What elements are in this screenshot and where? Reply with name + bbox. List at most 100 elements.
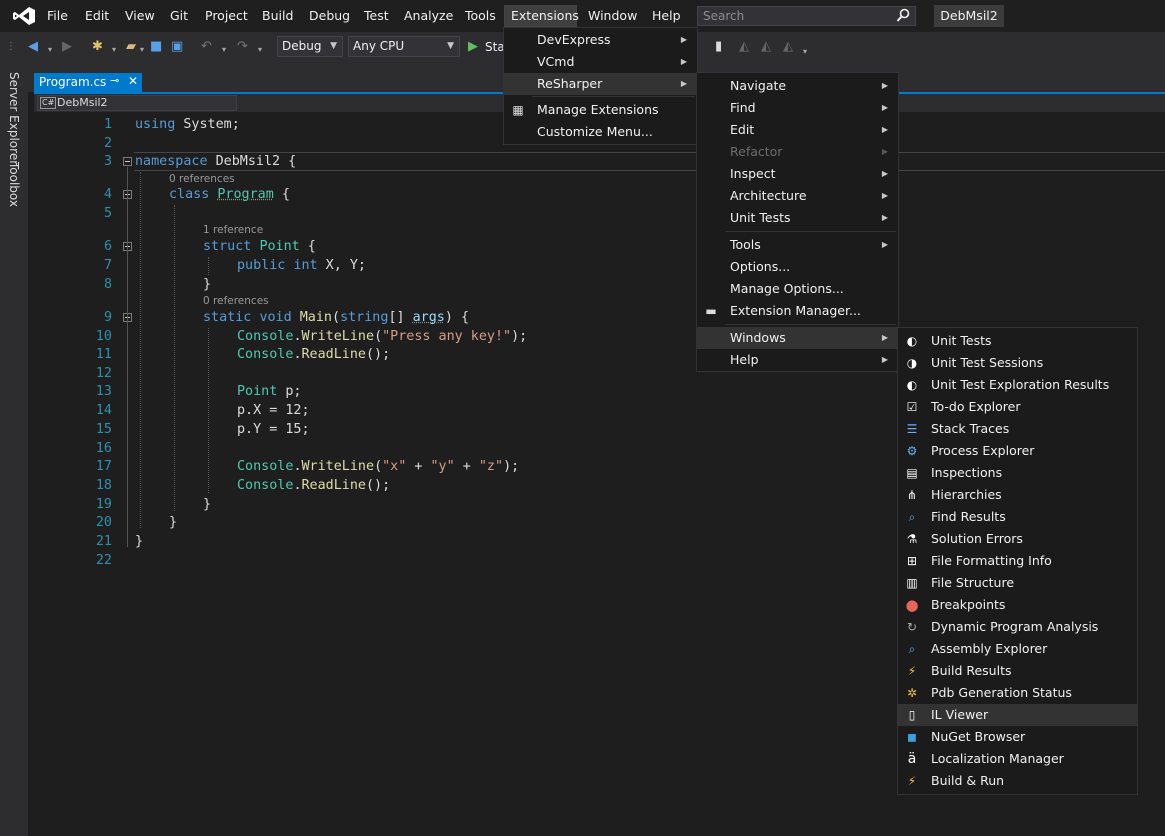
menu-item-resharper[interactable]: ReSharper ▶: [504, 73, 697, 95]
clear-bookmarks-icon[interactable]: ◭: [783, 39, 793, 55]
menu-file[interactable]: File: [47, 8, 68, 24]
menu-item-find-results[interactable]: ⌕ Find Results: [898, 506, 1137, 528]
menu-item-edit[interactable]: Edit ▶: [697, 119, 898, 141]
menu-item-unit-tests[interactable]: Unit Tests ▶: [697, 207, 898, 229]
configuration-combo[interactable]: Debug ▼: [277, 36, 343, 57]
solution-name-badge[interactable]: DebMsil2: [934, 5, 1004, 27]
redo-dropdown-icon[interactable]: ▾: [258, 42, 262, 58]
code-line-8: }: [203, 277, 212, 292]
menu-project[interactable]: Project: [205, 8, 248, 24]
code-line-4: class Program {: [169, 186, 290, 204]
undo-dropdown-icon[interactable]: ▾: [222, 42, 226, 58]
menu-item-manage-options[interactable]: Manage Options...: [697, 278, 898, 300]
menu-item-navigate[interactable]: Navigate ▶: [697, 75, 898, 97]
codelens-references[interactable]: 0 references: [169, 173, 235, 185]
menu-item-label: Unit Tests: [730, 210, 791, 225]
menu-item-breakpoints[interactable]: ● Breakpoints: [898, 594, 1137, 616]
next-bookmark-icon[interactable]: ◭: [761, 39, 771, 55]
menu-item-manage-extensions[interactable]: ▦ Manage Extensions: [504, 99, 697, 121]
menu-build[interactable]: Build: [262, 8, 293, 24]
menu-item-todo-explorer[interactable]: ☑ To-do Explorer: [898, 396, 1137, 418]
start-icon[interactable]: ▶: [468, 39, 478, 55]
menu-view[interactable]: View: [125, 8, 155, 24]
menu-item-help[interactable]: Help ▶: [697, 349, 898, 371]
open-dropdown-icon[interactable]: ▾: [140, 42, 144, 58]
codelens-references[interactable]: 1 reference: [203, 224, 263, 236]
menu-item-extension-manager[interactable]: ▬ Extension Manager...: [697, 300, 898, 322]
project-nav-dropdown[interactable]: C# DebMsil2: [37, 95, 237, 111]
menu-item-label: NuGet Browser: [931, 729, 1026, 744]
code-text: (: [374, 329, 383, 344]
toolbar-overflow-icon[interactable]: ▾: [803, 44, 807, 60]
menu-item-vcmd[interactable]: VCmd ▶: [504, 51, 697, 73]
menu-item-customize-menu[interactable]: Customize Menu...: [504, 121, 697, 143]
start-label[interactable]: Sta: [485, 39, 505, 55]
menu-test[interactable]: Test: [364, 8, 389, 24]
indent-guide: [208, 257, 209, 275]
menu-item-label: Architecture: [730, 188, 807, 203]
menu-item-file-structure[interactable]: ▥ File Structure: [898, 572, 1137, 594]
menu-item-il-viewer[interactable]: ▯ IL Viewer: [898, 704, 1137, 726]
menu-edit[interactable]: Edit: [85, 8, 109, 24]
menu-item-solution-errors[interactable]: ⚗ Solution Errors: [898, 528, 1137, 550]
line-number: 10: [95, 329, 112, 344]
save-all-icon[interactable]: ▣: [171, 39, 183, 55]
menu-extensions[interactable]: Extensions: [511, 8, 579, 24]
menu-item-devexpress[interactable]: DevExpress ▶: [504, 29, 697, 51]
search-box[interactable]: Search: [697, 6, 916, 26]
menu-item-hierarchies[interactable]: ⋔ Hierarchies: [898, 484, 1137, 506]
pin-icon[interactable]: ⊸: [110, 74, 119, 87]
menu-item-build-results[interactable]: ⚡ Build Results: [898, 660, 1137, 682]
prev-bookmark-icon[interactable]: ◭: [739, 39, 749, 55]
menu-item-tools[interactable]: Tools ▶: [697, 234, 898, 256]
menu-item-windows[interactable]: Windows ▶: [697, 327, 898, 349]
menu-tools[interactable]: Tools: [465, 8, 496, 24]
menu-item-unit-tests-window[interactable]: ◐ Unit Tests: [898, 330, 1137, 352]
menu-item-inspections[interactable]: ▤ Inspections: [898, 462, 1137, 484]
menu-item-stack-traces[interactable]: ☰ Stack Traces: [898, 418, 1137, 440]
menu-item-nuget-browser[interactable]: ◼ NuGet Browser: [898, 726, 1137, 748]
save-icon[interactable]: ■: [150, 39, 162, 55]
codelens-references[interactable]: 0 references: [203, 295, 269, 307]
menu-window[interactable]: Window: [588, 8, 637, 24]
menu-item-file-formatting-info[interactable]: ⊞ File Formatting Info: [898, 550, 1137, 572]
line-number: 4: [103, 187, 112, 202]
code-line-1: using System;: [135, 116, 240, 134]
new-dropdown-icon[interactable]: ▾: [112, 42, 116, 58]
fold-toggle[interactable]: [123, 157, 132, 166]
menu-item-unit-test-sessions[interactable]: ◑ Unit Test Sessions: [898, 352, 1137, 374]
menu-debug[interactable]: Debug: [309, 8, 350, 24]
platform-combo[interactable]: Any CPU ▼: [348, 36, 460, 57]
string-literal: "y": [430, 459, 455, 474]
bookmark-icon[interactable]: ▮: [715, 39, 722, 55]
close-icon[interactable]: ✕: [128, 74, 138, 88]
back-icon[interactable]: ◀: [28, 39, 38, 55]
undo-icon[interactable]: ↶: [201, 39, 212, 55]
server-explorer-tab[interactable]: Server Explorer: [7, 72, 21, 165]
menu-item-build-and-run[interactable]: ⚡ Build & Run: [898, 770, 1137, 792]
code-text: DebMsil2 {: [207, 154, 297, 169]
open-folder-icon[interactable]: ▰: [126, 39, 136, 55]
menu-item-pdb-generation-status[interactable]: ✲ Pdb Generation Status: [898, 682, 1137, 704]
menu-item-inspect[interactable]: Inspect ▶: [697, 163, 898, 185]
nav-project-name: DebMsil2: [57, 96, 108, 109]
menu-help[interactable]: Help: [652, 8, 681, 24]
visual-studio-logo-icon[interactable]: [12, 6, 36, 26]
back-dropdown-icon[interactable]: ▾: [48, 42, 52, 58]
tab-program-cs[interactable]: Program.cs ⊸ ✕: [34, 73, 142, 93]
menu-item-localization-manager[interactable]: ä Localization Manager: [898, 748, 1137, 770]
forward-icon[interactable]: ▶: [62, 39, 72, 55]
menu-item-assembly-explorer[interactable]: ⌕ Assembly Explorer: [898, 638, 1137, 660]
menu-git[interactable]: Git: [170, 8, 188, 24]
menu-item-architecture[interactable]: Architecture ▶: [697, 185, 898, 207]
menu-item-dynamic-program-analysis[interactable]: ↻ Dynamic Program Analysis: [898, 616, 1137, 638]
new-project-icon[interactable]: ✱: [92, 39, 103, 55]
menu-item-process-explorer[interactable]: ⚙ Process Explorer: [898, 440, 1137, 462]
sparkle-icon: ✲: [906, 686, 918, 700]
toolbox-tab[interactable]: Toolbox: [7, 162, 21, 207]
menu-analyze[interactable]: Analyze: [404, 8, 453, 24]
menu-item-options[interactable]: Options...: [697, 256, 898, 278]
redo-icon[interactable]: ↷: [237, 39, 248, 55]
menu-item-unit-test-exploration-results[interactable]: ◐ Unit Test Exploration Results: [898, 374, 1137, 396]
menu-item-find[interactable]: Find ▶: [697, 97, 898, 119]
